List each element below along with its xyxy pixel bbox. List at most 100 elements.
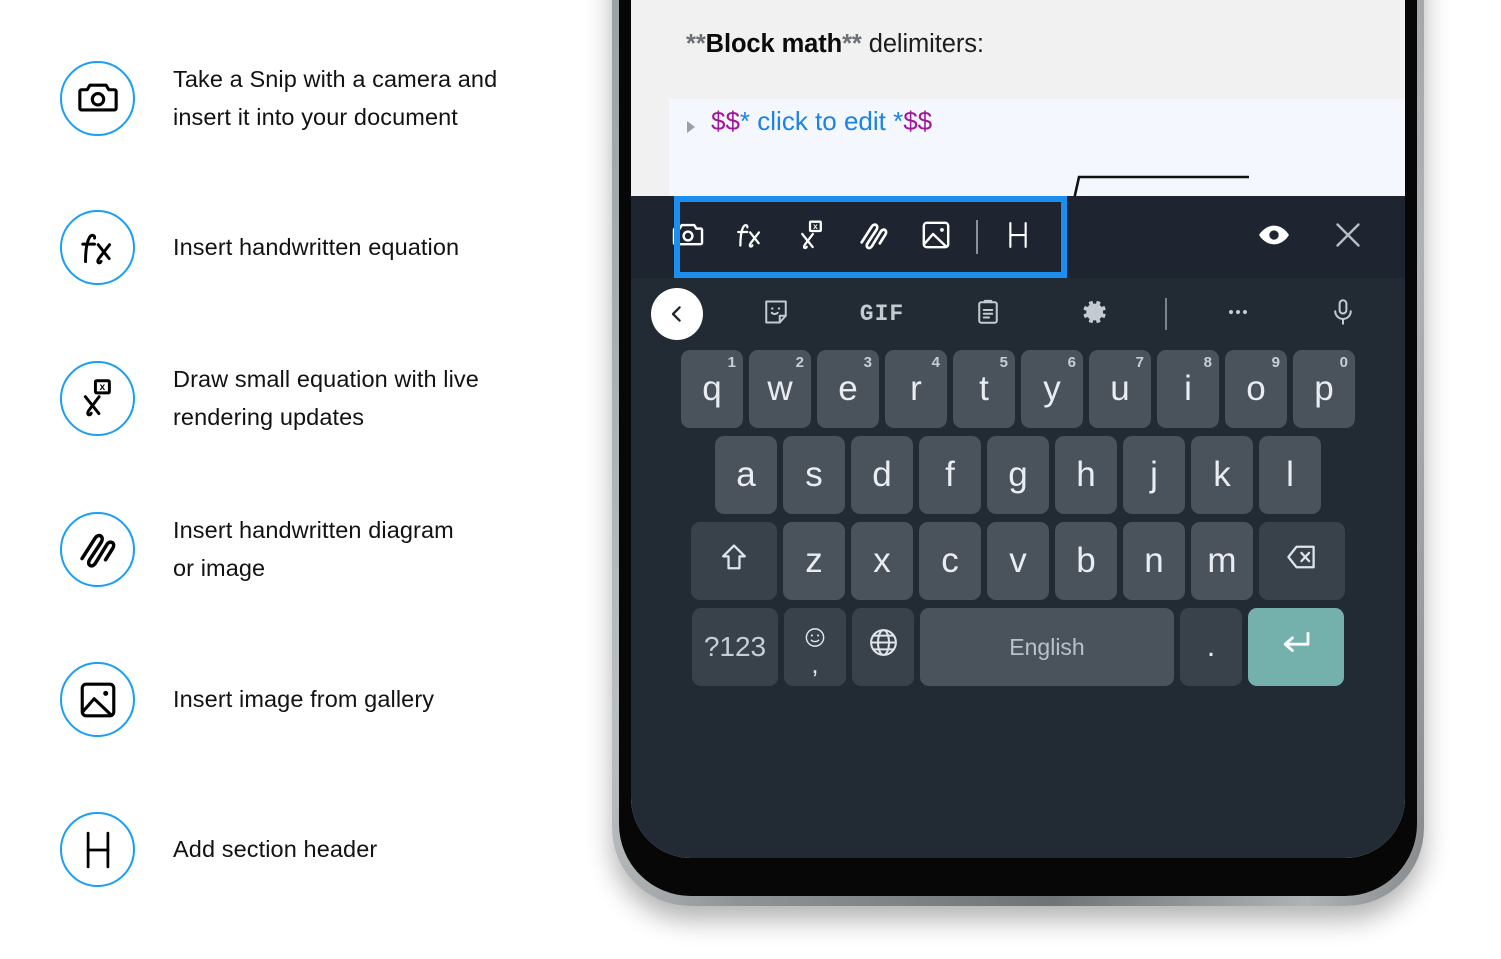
legend-item-section-header: Add section header: [60, 812, 377, 887]
key-label: g: [1008, 455, 1028, 494]
key-label: ,: [811, 649, 819, 679]
key-label: o: [1246, 369, 1266, 408]
key-o[interactable]: 9o: [1225, 350, 1287, 428]
key-g[interactable]: g: [987, 436, 1049, 514]
key-label: j: [1150, 455, 1158, 494]
space-key[interactable]: English: [920, 608, 1174, 686]
keyboard-settings-button[interactable]: [1041, 278, 1147, 350]
shift-key[interactable]: [691, 522, 777, 600]
legend-item-label: Insert handwritten diagram or image: [173, 517, 454, 582]
key-l[interactable]: l: [1259, 436, 1321, 514]
backspace-key[interactable]: [1259, 522, 1345, 600]
key-superscript: 2: [795, 354, 804, 371]
key-z[interactable]: z: [783, 522, 845, 600]
insert-toolbar-tools: x: [631, 206, 1049, 268]
key-t[interactable]: 5t: [953, 350, 1015, 428]
backspace-icon: [1285, 540, 1319, 583]
key-x[interactable]: x: [851, 522, 913, 600]
key-superscript: 7: [1135, 354, 1144, 371]
legend-item-label: Draw small equation with live rendering …: [173, 366, 479, 431]
key-superscript: 6: [1067, 354, 1076, 371]
svg-text:x: x: [99, 382, 105, 393]
comma-key[interactable]: ,: [784, 608, 846, 686]
keyboard-row-2: a s d f g h j k l: [631, 436, 1405, 514]
symbols-key[interactable]: ?123: [692, 608, 778, 686]
section-header-tool-button[interactable]: [987, 206, 1049, 268]
gif-icon: GIF: [859, 301, 905, 327]
keyboard-toolbar-divider: [1165, 298, 1167, 330]
fold-triangle-icon[interactable]: [687, 121, 695, 133]
key-j[interactable]: j: [1123, 436, 1185, 514]
close-x-icon: [1331, 218, 1365, 257]
keyboard-mic-button[interactable]: [1291, 278, 1395, 350]
token-dollars-open: $$: [711, 106, 740, 136]
token-bold-block-math: Block math: [705, 30, 843, 58]
scribble-icon: [60, 511, 135, 587]
key-label: u: [1110, 369, 1130, 408]
token-stars-open: **: [686, 30, 706, 58]
key-superscript: 4: [931, 354, 940, 371]
key-k[interactable]: k: [1191, 436, 1253, 514]
token-click-to-edit: * click to edit *: [739, 106, 904, 136]
key-label: s: [805, 455, 823, 494]
toolbar-divider: [976, 220, 978, 254]
key-superscript: 3: [863, 354, 872, 371]
enter-key[interactable]: [1248, 608, 1344, 686]
scribble-icon: [857, 218, 891, 257]
keyboard-clipboard-button[interactable]: [935, 278, 1041, 350]
key-i[interactable]: 8i: [1157, 350, 1219, 428]
keyboard-row-4: ?123 , English .: [631, 608, 1405, 686]
superscript-equation-icon: x: [60, 360, 135, 436]
key-label: e: [838, 369, 858, 408]
small-equation-tool-button[interactable]: x: [781, 206, 843, 268]
camera-icon: [60, 60, 135, 136]
chevron-left-icon: [651, 288, 703, 340]
keyboard-gif-button[interactable]: GIF: [829, 278, 935, 350]
keyboard-back-button[interactable]: [631, 278, 723, 350]
gallery-tool-button[interactable]: [905, 206, 967, 268]
camera-tool-button[interactable]: [657, 206, 719, 268]
legend-item-scribble: Insert handwritten diagram or image: [60, 511, 454, 587]
key-label: .: [1206, 630, 1216, 663]
key-label: f: [945, 455, 955, 494]
key-n[interactable]: n: [1123, 522, 1185, 600]
keyboard-sticker-button[interactable]: [723, 278, 829, 350]
gear-icon: [1079, 297, 1109, 332]
eye-icon: [1257, 218, 1291, 257]
key-m[interactable]: m: [1191, 522, 1253, 600]
key-d[interactable]: d: [851, 436, 913, 514]
key-s[interactable]: s: [783, 436, 845, 514]
scribble-tool-button[interactable]: [843, 206, 905, 268]
period-key[interactable]: .: [1180, 608, 1242, 686]
key-label: t: [979, 369, 989, 408]
key-p[interactable]: 0p: [1293, 350, 1355, 428]
page-root: Take a Snip with a camera and insert it …: [0, 0, 1501, 959]
key-r[interactable]: 4r: [885, 350, 947, 428]
key-v[interactable]: v: [987, 522, 1049, 600]
key-f[interactable]: f: [919, 436, 981, 514]
key-q[interactable]: 1q: [681, 350, 743, 428]
fx-tool-button[interactable]: [719, 206, 781, 268]
language-key[interactable]: [852, 608, 914, 686]
key-c[interactable]: c: [919, 522, 981, 600]
insert-toolbar-actions: [1243, 206, 1405, 268]
key-label: d: [872, 455, 892, 494]
key-label: r: [910, 369, 922, 408]
legend-item-label: Take a Snip with a camera and insert it …: [173, 66, 498, 131]
shift-arrow-icon: [718, 541, 750, 582]
close-toolbar-button[interactable]: [1317, 206, 1379, 268]
document-line-block-math: **Block math** delimiters:: [686, 30, 984, 59]
keyboard-more-button[interactable]: [1185, 278, 1291, 350]
key-y[interactable]: 6y: [1021, 350, 1083, 428]
gallery-image-icon: [919, 218, 953, 257]
svg-text:x: x: [813, 222, 818, 231]
key-label: m: [1207, 541, 1237, 580]
preview-toggle-button[interactable]: [1243, 206, 1305, 268]
key-e[interactable]: 3e: [817, 350, 879, 428]
on-screen-keyboard: GIF 1 q 2 w 3 e 4 r 5 t 6 y 7 u 8 i 9 o …: [631, 278, 1405, 858]
key-h[interactable]: h: [1055, 436, 1117, 514]
key-a[interactable]: a: [715, 436, 777, 514]
key-u[interactable]: 7u: [1089, 350, 1151, 428]
key-b[interactable]: b: [1055, 522, 1117, 600]
key-w[interactable]: 2w: [749, 350, 811, 428]
